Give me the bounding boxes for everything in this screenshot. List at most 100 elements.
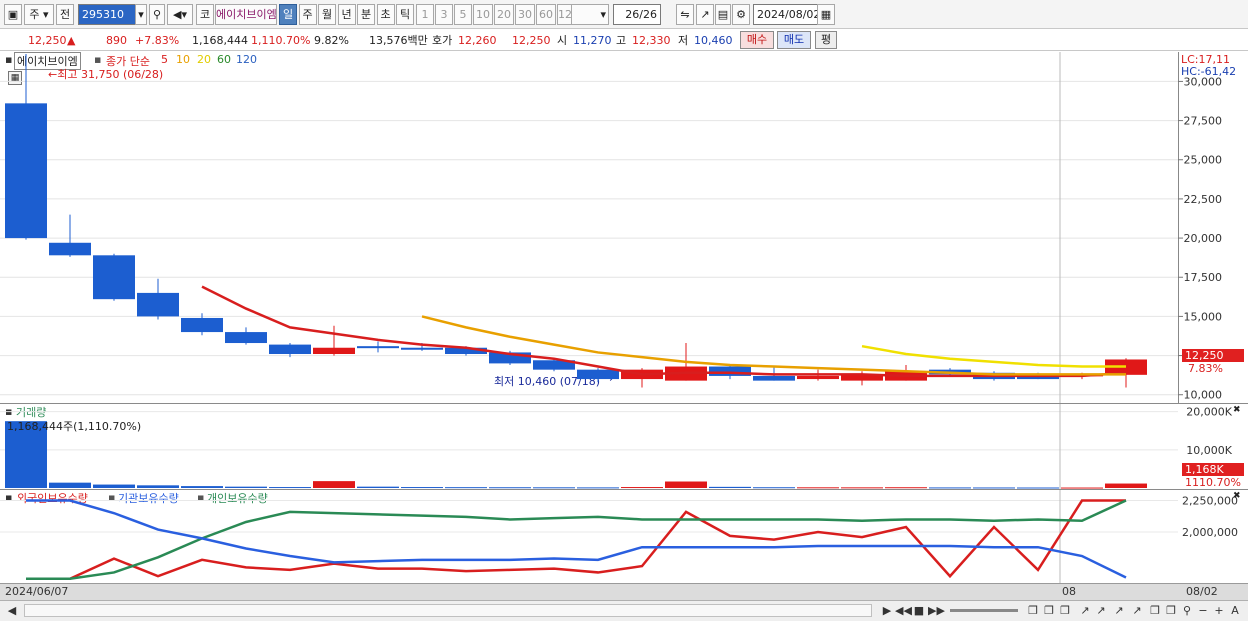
period-tab[interactable]: 년 bbox=[337, 4, 356, 25]
open-value: 11,270 bbox=[573, 34, 612, 47]
start-date: 2024/06/07 bbox=[5, 585, 69, 598]
window-icon[interactable]: ❐ bbox=[1026, 604, 1040, 618]
scrollbar-track[interactable] bbox=[24, 604, 872, 617]
price-tick-label: 20,000 bbox=[1184, 232, 1223, 245]
layout-icon[interactable]: ▣ bbox=[4, 4, 22, 25]
chevron-down-icon: ▾ bbox=[600, 8, 606, 21]
market-label: 주 bbox=[29, 8, 40, 21]
end-date: 08/02 bbox=[1186, 585, 1218, 598]
market-select[interactable]: 주 ▾ bbox=[24, 4, 54, 25]
bottom-control-bar: ◀ ▶ ◀◀ ■ ▶▶ ❐ ❐ ❐ ↗ ↗ ↗ ↗ ❐ ❐ ⚲ − + A bbox=[0, 600, 1248, 621]
custom-interval-select[interactable]: ▾ bbox=[571, 4, 609, 25]
current-price: 12,250 bbox=[28, 34, 67, 47]
period-tab[interactable]: 월 bbox=[318, 4, 336, 25]
candle-body bbox=[577, 369, 619, 380]
window-icon[interactable]: ❐ bbox=[1148, 604, 1162, 618]
gear-icon[interactable]: ⚙ bbox=[732, 4, 750, 25]
period-tab[interactable]: 초 bbox=[376, 4, 395, 25]
volume-tick-label: 10,000K bbox=[1186, 444, 1232, 457]
window-icon[interactable]: ❐ bbox=[1164, 604, 1178, 618]
candle-body bbox=[49, 242, 91, 256]
price-tick-label: 10,000 bbox=[1184, 389, 1223, 402]
interval-tab[interactable]: 20 bbox=[494, 4, 514, 25]
zoom-icon[interactable]: ⚲ bbox=[1180, 604, 1194, 618]
interval-tab[interactable]: 1 bbox=[416, 4, 434, 25]
candle-body bbox=[401, 347, 443, 350]
full-button[interactable]: 전 bbox=[56, 4, 74, 25]
period-tab[interactable]: 분 bbox=[357, 4, 375, 25]
pct-tag: 7.83% bbox=[1188, 362, 1223, 375]
ma10-line bbox=[421, 315, 1126, 376]
hoga-value2: 12,250 bbox=[512, 34, 551, 47]
close-pane-icon[interactable]: ✖ bbox=[1233, 405, 1241, 415]
close-pane-icon[interactable]: ✖ bbox=[1233, 491, 1241, 501]
stock-code-input[interactable]: 295310 bbox=[78, 4, 136, 25]
volume-bar bbox=[49, 482, 91, 488]
volume-tick-label: 20,000K bbox=[1186, 406, 1232, 419]
play-icon[interactable]: ▶ bbox=[880, 604, 894, 618]
eval-button[interactable]: 평 bbox=[815, 31, 837, 49]
candle-body bbox=[181, 317, 223, 333]
type-button[interactable]: 코 bbox=[196, 4, 214, 25]
candle-body bbox=[797, 375, 839, 380]
volume-bar bbox=[357, 486, 399, 488]
period-tab[interactable]: 틱 bbox=[396, 4, 414, 25]
up-arrow-icon: ▲ bbox=[67, 34, 76, 47]
turnover-rate: 9.82% bbox=[314, 34, 349, 47]
candle-body bbox=[753, 375, 795, 381]
interval-tab[interactable]: 5 bbox=[454, 4, 472, 25]
hoga-label: 호가 bbox=[432, 34, 453, 47]
date-input[interactable]: 2024/08/02 bbox=[753, 4, 818, 25]
price-tick-label: 27,500 bbox=[1184, 115, 1223, 128]
save-icon[interactable]: ▤ bbox=[715, 4, 731, 25]
period-tab[interactable]: 주 bbox=[298, 4, 317, 25]
volume-bar bbox=[181, 486, 223, 488]
interval-tab[interactable]: 3 bbox=[435, 4, 453, 25]
interval-tab[interactable]: 10 bbox=[473, 4, 493, 25]
high-value: 12,330 bbox=[632, 34, 671, 47]
holdings-chart[interactable]: 2,250,000 2,000,000 bbox=[0, 490, 1248, 583]
search-icon[interactable]: ⚲ bbox=[149, 4, 165, 25]
fast-forward-icon[interactable]: ▶▶ bbox=[928, 604, 945, 618]
plus-icon[interactable]: + bbox=[1212, 604, 1226, 618]
stop-icon[interactable]: ■ bbox=[912, 604, 926, 618]
window-icon[interactable]: ❐ bbox=[1058, 604, 1072, 618]
sell-button[interactable]: 매도 bbox=[777, 31, 811, 49]
stock-name: 에이치브이엠 bbox=[215, 4, 277, 25]
candle-body bbox=[313, 347, 355, 355]
price-tick-label: 30,000 bbox=[1184, 75, 1223, 88]
interval-tab[interactable]: 30 bbox=[515, 4, 535, 25]
trendline-icon[interactable]: ↗ bbox=[1112, 604, 1126, 618]
window-icon[interactable]: ❐ bbox=[1042, 604, 1056, 618]
period-tab[interactable]: 일 bbox=[279, 4, 297, 25]
volume-bar bbox=[1105, 483, 1147, 488]
volume-value: 1,168,444 bbox=[192, 34, 248, 47]
price-tag: 12,250 bbox=[1182, 349, 1244, 362]
low-value: 10,460 bbox=[694, 34, 733, 47]
rewind-icon[interactable]: ◀◀ bbox=[895, 604, 912, 618]
price-tick-label: 17,500 bbox=[1184, 271, 1223, 284]
volume-chart[interactable]: 20,000K 10,000K bbox=[0, 404, 1248, 489]
calendar-icon[interactable]: ▦ bbox=[817, 4, 835, 25]
speaker-icon[interactable]: ◀▾ bbox=[167, 4, 193, 25]
candle-body bbox=[225, 332, 267, 344]
auto-scale-icon[interactable]: A bbox=[1228, 604, 1242, 618]
minus-icon[interactable]: − bbox=[1196, 604, 1210, 618]
low-label: 저 bbox=[678, 34, 689, 47]
count-input[interactable]: 26/26 bbox=[613, 4, 661, 25]
chevron-down-icon[interactable]: ▾ bbox=[135, 4, 147, 25]
draw-icon[interactable]: ↗ bbox=[696, 4, 714, 25]
scroll-left-icon[interactable]: ◀ bbox=[5, 604, 19, 618]
candle-body bbox=[5, 103, 47, 239]
zoom-slider[interactable] bbox=[950, 609, 1018, 612]
ma20-line bbox=[861, 344, 1126, 368]
trendline-icon[interactable]: ↗ bbox=[1078, 604, 1092, 618]
buy-button[interactable]: 매수 bbox=[740, 31, 774, 49]
trendline-icon[interactable]: ↗ bbox=[1130, 604, 1144, 618]
candlestick-chart[interactable]: 30,000 27,500 25,000 22,500 20,000 17,500 15,0… bbox=[0, 52, 1248, 403]
trendline-icon[interactable]: ↗ bbox=[1094, 604, 1108, 618]
change-percent: +7.83% bbox=[135, 34, 180, 47]
interval-tab[interactable]: 60 bbox=[536, 4, 556, 25]
sync-icon[interactable]: ⇋ bbox=[676, 4, 694, 25]
holding-tick-label: 2,250,000 bbox=[1182, 495, 1238, 508]
